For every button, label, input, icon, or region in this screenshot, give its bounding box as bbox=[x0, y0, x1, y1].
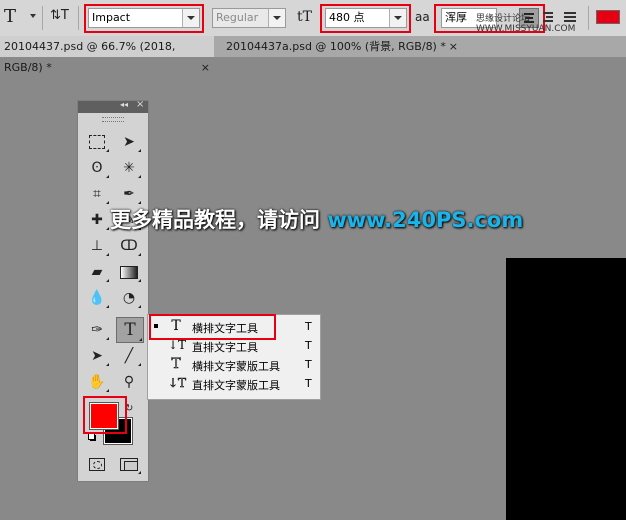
type-tool-icon[interactable]: T bbox=[4, 6, 28, 28]
document-tabs: 20104437.psd @ 66.7% (2018, RGB/8) * × 2… bbox=[0, 36, 626, 74]
tools-panel: ◂◂ × ➤ ʘ ✳ ⌗ ✒ ✚ ✎ ⊥ ↀ ▰ 💧 ◔ ✑ T ➤ ╱ ✋ ⚲… bbox=[77, 99, 149, 482]
horizontal-type-mask-icon: T bbox=[171, 356, 181, 373]
lasso-tool[interactable]: ʘ bbox=[84, 157, 110, 179]
document-tab[interactable]: 20104437a.psd @ 100% (背景, RGB/8) * × bbox=[222, 36, 462, 57]
gradient-icon bbox=[120, 265, 138, 279]
rect-marquee-icon bbox=[89, 135, 105, 149]
drop-icon: 💧 bbox=[88, 290, 106, 306]
tool-preset-arrow-icon[interactable] bbox=[30, 14, 36, 18]
chevron-down-icon[interactable] bbox=[268, 9, 285, 27]
document-canvas[interactable] bbox=[506, 258, 626, 520]
marquee-tool[interactable] bbox=[84, 131, 110, 153]
flyout-item-shortcut: T bbox=[305, 358, 312, 371]
crop-tool[interactable]: ⌗ bbox=[84, 183, 110, 205]
eraser-tool[interactable]: ▰ bbox=[84, 261, 110, 283]
flyout-item-shortcut: T bbox=[305, 377, 312, 390]
eraser-icon: ▰ bbox=[91, 264, 103, 280]
crop-icon: ⌗ bbox=[93, 186, 101, 202]
tutorial-watermark: 更多精品教程，请访问 www.240PS.com bbox=[110, 204, 523, 234]
healing-brush-tool[interactable]: ✚ bbox=[84, 209, 110, 231]
font-style-value: Regular bbox=[216, 11, 259, 24]
flyout-item-label: 直排文字工具 bbox=[192, 341, 258, 354]
type-icon: T bbox=[124, 320, 136, 340]
flyout-item-shortcut: T bbox=[305, 339, 312, 352]
font-style-select[interactable]: Regular bbox=[212, 8, 286, 28]
flyout-item-label: 直排文字蒙版工具 bbox=[192, 379, 280, 392]
hand-icon: ✋ bbox=[88, 374, 106, 390]
align-right-icon[interactable] bbox=[541, 10, 555, 24]
font-size-icon: tT bbox=[297, 9, 312, 25]
magic-wand-tool[interactable]: ✳ bbox=[116, 157, 142, 179]
font-family-highlight bbox=[84, 4, 204, 33]
quick-mask-button[interactable] bbox=[84, 453, 110, 475]
options-bar: T ⇅T Impact Regular tT 480 点 aa 浑厚 思缘设计论… bbox=[0, 0, 626, 37]
text-orientation-toggle-icon[interactable]: ⇅T bbox=[50, 8, 69, 23]
align-justify-icon[interactable] bbox=[563, 10, 577, 24]
type-tool[interactable]: T bbox=[116, 317, 144, 343]
dodge-icon: ◔ bbox=[122, 290, 136, 306]
eyedropper-tool[interactable]: ✒ bbox=[116, 183, 142, 205]
blur-tool[interactable]: 💧 bbox=[84, 287, 110, 309]
flyout-item-vertical-type-mask[interactable]: ↓T 直排文字蒙版工具 T bbox=[148, 374, 320, 393]
history-brush-tool[interactable]: ↀ bbox=[116, 235, 142, 257]
close-icon[interactable]: × bbox=[136, 99, 144, 110]
line-tool[interactable]: ╱ bbox=[116, 345, 142, 367]
text-color-swatch[interactable] bbox=[596, 10, 620, 24]
document-tab-label: 20104437.psd @ 66.7% (2018, RGB/8) * bbox=[4, 40, 176, 74]
eyedropper-icon: ✒ bbox=[123, 186, 135, 202]
default-colors-icon[interactable] bbox=[88, 433, 96, 441]
quick-mask-icon bbox=[89, 457, 105, 471]
gradient-tool[interactable] bbox=[116, 261, 142, 283]
zoom-tool[interactable]: ⚲ bbox=[116, 371, 142, 393]
hand-tool[interactable]: ✋ bbox=[84, 371, 110, 393]
bandage-icon: ✚ bbox=[91, 212, 103, 228]
pen-tool[interactable]: ✑ bbox=[84, 319, 110, 341]
screen-mode-icon bbox=[120, 457, 138, 471]
dodge-tool[interactable]: ◔ bbox=[116, 287, 142, 309]
watermark-url: www.240PS.com bbox=[327, 208, 524, 232]
antialias-icon: aa bbox=[415, 10, 430, 24]
watermark-text: 更多精品教程，请访问 bbox=[110, 208, 328, 232]
move-icon: ➤ bbox=[123, 134, 135, 150]
line-icon: ╱ bbox=[124, 348, 134, 364]
clone-stamp-tool[interactable]: ⊥ bbox=[84, 235, 110, 257]
close-icon[interactable]: × bbox=[201, 57, 210, 78]
flyout-item-shortcut: T bbox=[305, 320, 312, 333]
panel-grip[interactable] bbox=[102, 117, 124, 122]
lasso-icon: ʘ bbox=[91, 160, 103, 176]
move-tool[interactable]: ➤ bbox=[116, 131, 142, 153]
screen-mode-button[interactable] bbox=[116, 453, 142, 475]
magnifier-icon: ⚲ bbox=[123, 374, 135, 390]
magic-wand-icon: ✳ bbox=[123, 160, 135, 176]
history-brush-icon: ↀ bbox=[120, 238, 138, 254]
close-icon[interactable]: × bbox=[449, 36, 458, 57]
flyout-item-label: 横排文字蒙版工具 bbox=[192, 360, 280, 373]
path-selection-tool[interactable]: ➤ bbox=[84, 345, 110, 367]
flyout-item-horizontal-type-mask[interactable]: T 横排文字蒙版工具 T bbox=[148, 355, 320, 374]
horizontal-type-highlight bbox=[149, 314, 276, 340]
font-size-highlight bbox=[320, 4, 411, 33]
color-swatch-highlight bbox=[83, 396, 127, 434]
vertical-type-mask-icon: ↓T bbox=[168, 376, 187, 391]
collapse-icon[interactable]: ◂◂ bbox=[120, 100, 128, 109]
pen-icon: ✑ bbox=[91, 322, 103, 338]
document-tab[interactable]: 20104437.psd @ 66.7% (2018, RGB/8) * × bbox=[0, 36, 214, 74]
document-tab-label: 20104437a.psd @ 100% (背景, RGB/8) * bbox=[226, 40, 446, 53]
panel-header[interactable]: ◂◂ × bbox=[78, 99, 148, 113]
arrow-cursor-icon: ➤ bbox=[91, 348, 103, 364]
stamp-icon: ⊥ bbox=[90, 238, 104, 254]
